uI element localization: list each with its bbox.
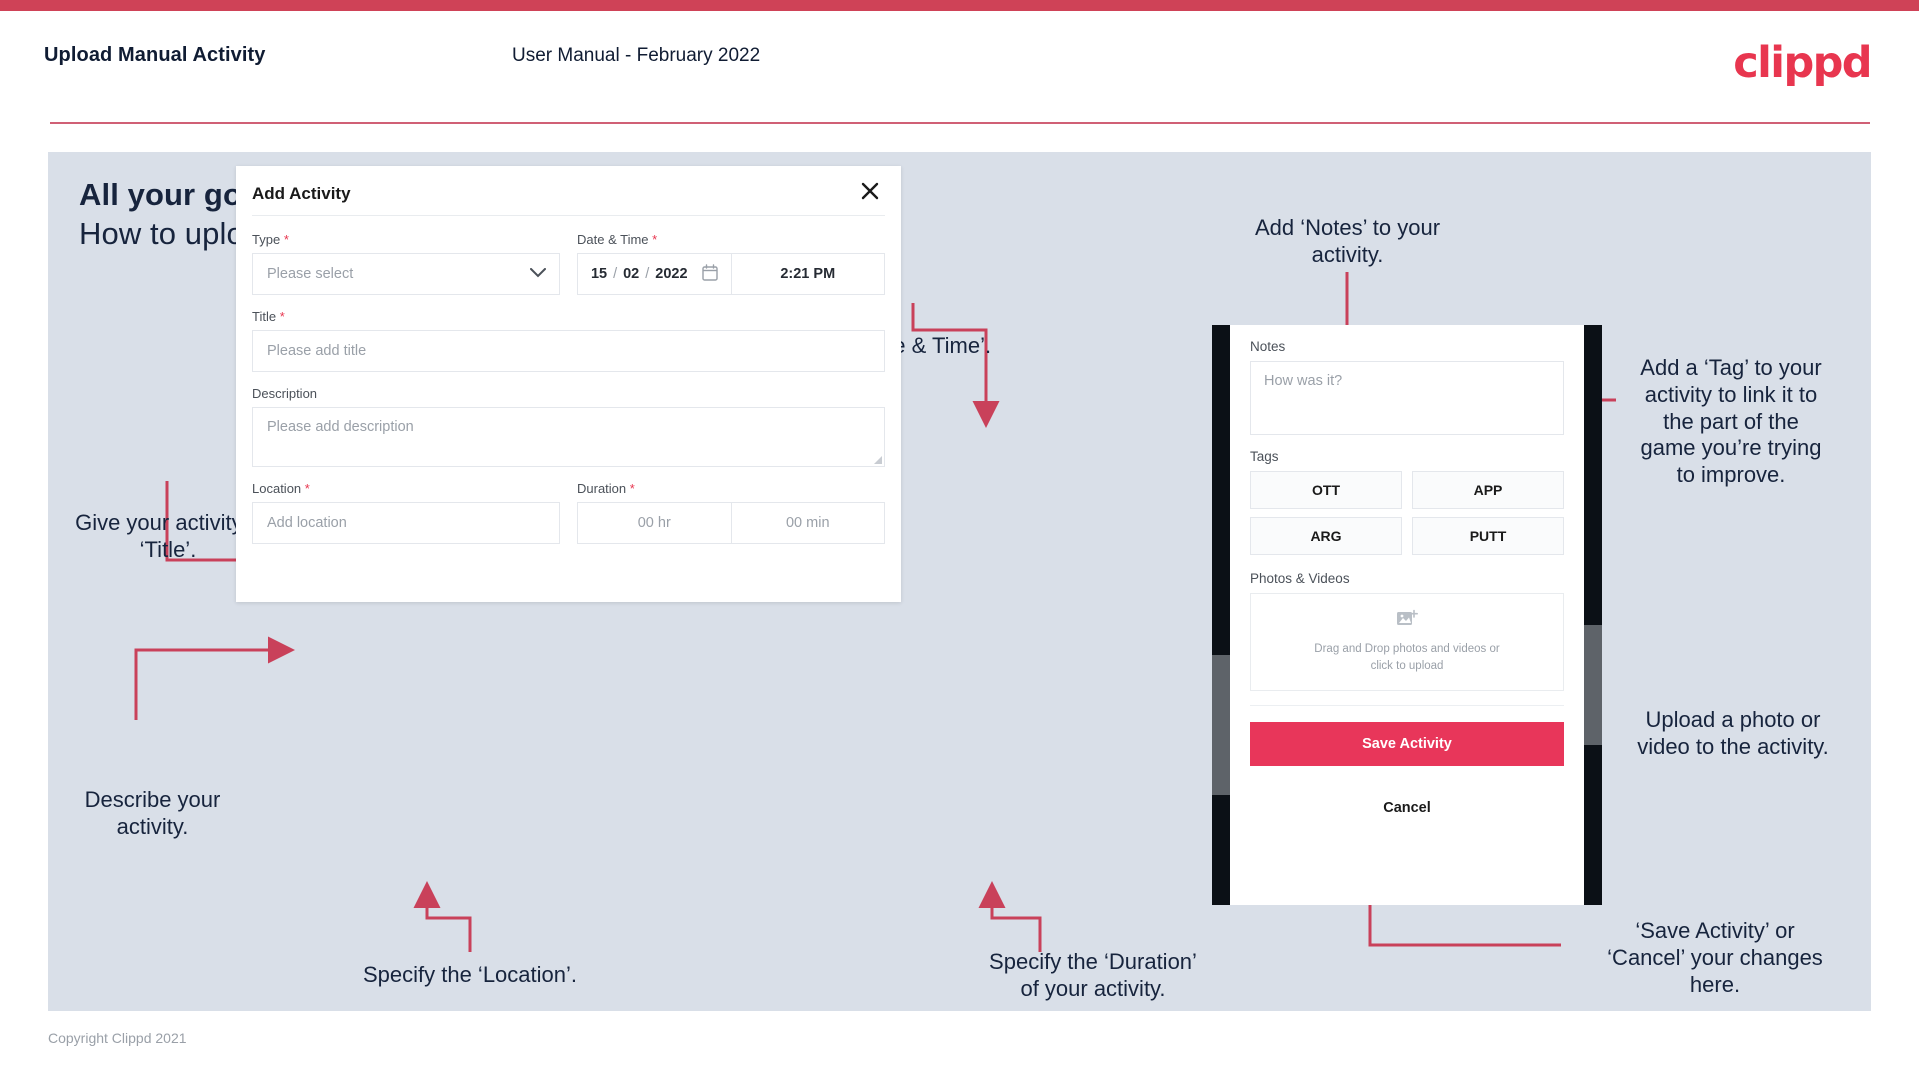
required-asterisk: * [279,309,285,324]
photos-label: Photos & Videos [1250,571,1350,586]
notes-textarea[interactable]: How was it? [1250,361,1564,435]
phone-side-button [1584,625,1602,745]
title-label: Title * [252,309,285,324]
calendar-icon[interactable] [701,263,718,285]
description-textarea[interactable]: Please add description [252,407,885,467]
date-sep: / [645,266,650,282]
date-sep: / [613,266,618,282]
phone-screen: Notes How was it? Tags OTT APP ARG PUTT … [1230,325,1584,905]
tag-putt[interactable]: PUTT [1412,517,1564,555]
date-input[interactable]: 15 / 02 / 2022 [577,253,731,295]
notes-placeholder: How was it? [1264,373,1343,389]
annotation-photos: Upload a photo or video to the activity. [1637,707,1829,759]
dropzone-line-2: click to upload [1370,660,1444,672]
required-asterisk: * [283,232,289,247]
close-icon[interactable] [857,178,883,204]
modal-title: Add Activity [252,184,351,203]
tags-label: Tags [1250,449,1279,464]
notes-label: Notes [1250,339,1286,354]
photo-dropzone[interactable]: Drag and Drop photos and videos or click… [1250,593,1564,691]
phone-frame-left [1212,325,1230,905]
footer-copyright: Copyright Clippd 2021 [48,1030,187,1046]
date-year: 2022 [655,266,688,282]
modal-body: Type * Please select Date & Time * 15 / … [236,216,901,544]
annotation-location: Specify the ‘Location’. [362,962,578,987]
phone-frame-right [1584,325,1602,905]
annotation-notes: Add ‘Notes’ to your activity. [1254,215,1441,267]
phone-divider [1250,705,1564,706]
required-asterisk: * [629,481,635,496]
add-image-icon [1396,609,1418,634]
title-input[interactable]: Please add title [252,330,885,372]
required-asterisk: * [652,232,658,247]
description-label: Description [252,386,318,401]
location-label: Location * [252,481,310,496]
modal-header: Add Activity [252,166,885,216]
type-placeholder: Please select [267,266,354,282]
annotation-duration: Specify the ‘Duration’ of your activity. [989,949,1197,1001]
annotation-tags: Add a ‘Tag’ to your activity to link it … [1640,355,1822,488]
tag-app[interactable]: APP [1412,471,1564,509]
tag-ott[interactable]: OTT [1250,471,1402,509]
dropzone-line-1: Drag and Drop photos and videos or [1314,643,1500,656]
duration-minutes-input[interactable]: 00 min [730,502,885,544]
cancel-button[interactable]: Cancel [1250,786,1564,830]
tags-grid: OTT APP ARG PUTT [1250,471,1564,555]
date-day: 15 [590,266,608,282]
type-label: Type * [252,232,289,247]
type-select[interactable]: Please select [252,253,560,295]
description-placeholder: Please add description [267,419,414,435]
annotation-save: ‘Save Activity’ or ‘Cancel’ your changes… [1607,918,1823,997]
time-input[interactable]: 2:21 PM [730,253,885,295]
annotation-description: Describe your activity. [84,787,221,839]
slide-page: Upload Manual Activity User Manual - Feb… [0,0,1919,1079]
add-activity-modal: Add Activity Type * Please select Date &… [236,166,901,602]
save-activity-button[interactable]: Save Activity [1250,722,1564,766]
phone-mockup: Notes How was it? Tags OTT APP ARG PUTT … [1212,325,1602,905]
location-placeholder: Add location [267,515,347,531]
title-placeholder: Please add title [267,343,367,359]
required-asterisk: * [304,481,310,496]
duration-hours-input[interactable]: 00 hr [577,502,731,544]
phone-side-button [1212,655,1230,795]
duration-label: Duration * [577,481,635,496]
dropzone-text: Drag and Drop photos and videos or click… [1314,641,1499,674]
location-input[interactable]: Add location [252,502,560,544]
datetime-label: Date & Time * [577,232,658,247]
tag-arg[interactable]: ARG [1250,517,1402,555]
date-month: 02 [623,266,640,282]
